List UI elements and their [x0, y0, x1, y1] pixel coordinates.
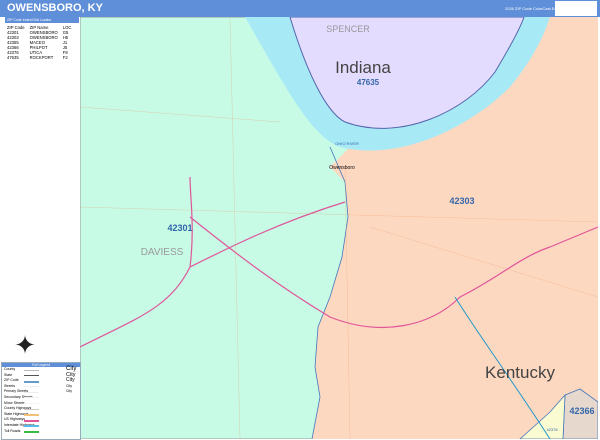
compass-rose-icon: ✦ [14, 330, 36, 360]
zip-label-47635: 47635 [357, 78, 380, 87]
table-row: 47635 ROCKPORT F2 [5, 55, 74, 60]
zip-index-table: ZIP Code ZIP Name LOC 42301 OWENSBORO G5 4… [5, 25, 74, 60]
zip-label-42303: 42303 [449, 196, 474, 206]
legend-label: Minor Streets [4, 400, 25, 405]
map-title: OWENSBORO, KY [7, 2, 103, 14]
zip-index-title: ZIP Code Index/Grid Locator [5, 17, 79, 23]
legend-label: Streets [4, 383, 16, 388]
legend-label: County [4, 367, 16, 371]
legend-label: US Highways [4, 417, 26, 422]
legend-label: State [4, 372, 13, 377]
header-bar: OWENSBORO, KY 2026 ZIP Code ColorCast Ed… [0, 0, 600, 17]
city-label-owensboro: Owensboro [329, 165, 355, 171]
publisher-logo [555, 1, 597, 16]
state-label-indiana: Indiana [335, 58, 391, 77]
county-label-spencer: SPENCER [326, 24, 370, 34]
map-canvas[interactable]: SPENCER Indiana 47635 OHIO RIVER Owensbo… [80, 17, 598, 439]
state-label-kentucky: Kentucky [485, 363, 555, 382]
county-label-daviess: DAVIESS [141, 247, 184, 258]
zip-label-42366: 42366 [569, 406, 594, 416]
zip: 47635 [7, 55, 19, 60]
legend-label: ZIP Code [4, 378, 19, 383]
zip-name: ROCKPORT [29, 55, 54, 60]
zip-index-panel: ZIP Code Index/Grid Locator ZIP Code ZIP… [5, 17, 79, 60]
legend-label: Toll Roads [4, 428, 21, 433]
zip-label-42376: 42376 [546, 427, 558, 432]
loc: F2 [62, 55, 68, 60]
map-legend: Full Legend County City State City ZIP Cod… [1, 362, 81, 440]
zip-label-42301: 42301 [167, 223, 192, 233]
river-label: OHIO RIVER [335, 141, 359, 146]
legend-item: Toll Roads [2, 429, 80, 435]
